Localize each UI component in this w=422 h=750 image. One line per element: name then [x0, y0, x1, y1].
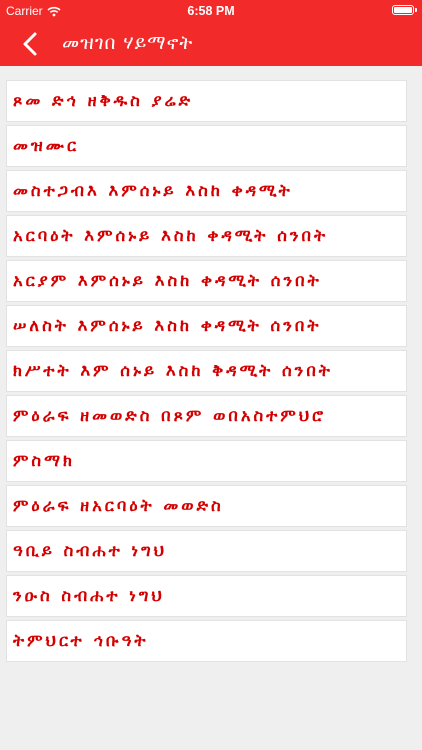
- list-item[interactable]: መስተጋብእ እምሰኑይ እስከ ቀዳሚት: [7, 171, 406, 211]
- list-item-label: ምዕራፍ ዘመወድስ በጾም ወበአስተምህሮ: [13, 406, 327, 425]
- list-item-label: መስተጋብእ እምሰኑይ እስከ ቀዳሚት: [13, 181, 293, 200]
- list-item[interactable]: ምዕራፍ ዘአርባዕት መወድስ: [7, 486, 406, 526]
- list-item-label: አርያም እምሰኑይ እስከ ቀዳሚት ሰንበት: [13, 271, 322, 290]
- back-button[interactable]: [16, 29, 46, 59]
- list-item[interactable]: ንዑስ ስብሐተ ነግህ: [7, 576, 406, 616]
- list-item-label: ምዕራፍ ዘአርባዕት መወድስ: [13, 496, 224, 515]
- list-item[interactable]: ትምህርተ ኅቡዓት: [7, 621, 406, 661]
- chevron-left-icon: [23, 32, 37, 56]
- list-item-label: መዝሙር: [13, 136, 80, 155]
- list-item-label: ጾመ ድኅ ዘቅዱስ ያሬድ: [13, 91, 194, 110]
- list-item-label: ክሥተት እም ሰኑይ እስከ ቅዳሚት ሰንበት: [13, 361, 333, 380]
- list-item-label: ዓቢይ ስብሐተ ነግህ: [13, 541, 168, 560]
- category-list: ጾመ ድኅ ዘቅዱስ ያሬድ መዝሙር መስተጋብእ እምሰኑይ እስከ ቀዳሚ…: [7, 81, 406, 666]
- list-item[interactable]: ምስማክ: [7, 441, 406, 481]
- list-item[interactable]: አርያም እምሰኑይ እስከ ቀዳሚት ሰንበት: [7, 261, 406, 301]
- list-item[interactable]: ጾመ ድኅ ዘቅዱስ ያሬድ: [7, 81, 406, 121]
- list-item[interactable]: ዓቢይ ስብሐተ ነግህ: [7, 531, 406, 571]
- list-item-label: ምስማክ: [13, 451, 75, 470]
- list-item-label: ሠለስት እምሰኑይ እስከ ቀዳሚት ሰንበት: [13, 316, 322, 335]
- list-item[interactable]: አርባዕት እምሰኑይ እስከ ቀዳሚት ሰንበት: [7, 216, 406, 256]
- navigation-bar: መዝገበ ሃይማኖት: [0, 22, 422, 66]
- status-bar: Carrier 6:58 PM: [0, 0, 422, 22]
- page-title: መዝገበ ሃይማኖት: [62, 32, 194, 54]
- list-item[interactable]: ምዕራፍ ዘመወድስ በጾም ወበአስተምህሮ: [7, 396, 406, 436]
- list-item[interactable]: ክሥተት እም ሰኑይ እስከ ቅዳሚት ሰንበት: [7, 351, 406, 391]
- list-item-label: ንዑስ ስብሐተ ነግህ: [13, 586, 165, 605]
- battery-icon: [392, 5, 417, 15]
- list-item-label: ትምህርተ ኅቡዓት: [13, 631, 149, 650]
- list-item[interactable]: ሠለስት እምሰኑይ እስከ ቀዳሚት ሰንበት: [7, 306, 406, 346]
- list-item-label: አርባዕት እምሰኑይ እስከ ቀዳሚት ሰንበት: [13, 226, 329, 245]
- status-time: 6:58 PM: [187, 4, 235, 18]
- list-item[interactable]: መዝሙር: [7, 126, 406, 166]
